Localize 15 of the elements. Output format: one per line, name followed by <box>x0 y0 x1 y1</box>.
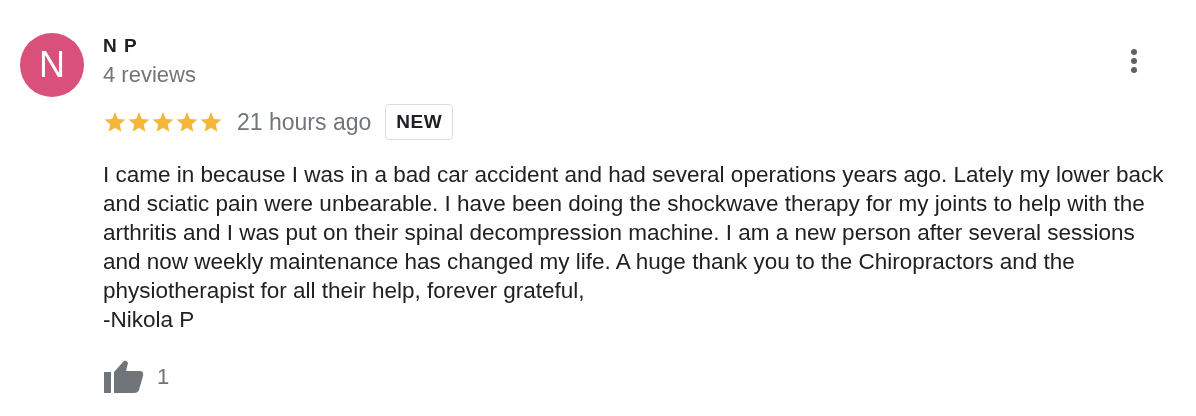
review-time: 21 hours ago <box>237 108 372 136</box>
new-badge: NEW <box>385 104 454 140</box>
star-icon <box>175 110 199 134</box>
thumbs-up-icon[interactable] <box>103 360 145 394</box>
like-count: 1 <box>157 364 170 390</box>
review-text: I came in because I was in a bad car accident and had several operations years ago. Lately my lower back and sciatic pain were unbearable. I have been doing the shockwave therapy for my joints to help with the arthritis and I was put on their spinal decompression machine. I am a new person after several sessions and now weekly maintenance has changed my life. A huge thank you to the Chiropractors and the physiotherapist for all their help, forever grateful, <box>103 161 1165 305</box>
review-count: 4 reviews <box>103 62 196 88</box>
review-signature: -Nikola P <box>103 306 195 334</box>
more-options-icon[interactable] <box>1130 48 1138 74</box>
star-icon <box>103 110 127 134</box>
star-icon <box>151 110 175 134</box>
author-name: N P <box>103 34 138 58</box>
avatar: N <box>20 33 84 97</box>
star-icon <box>127 110 151 134</box>
star-icon <box>199 110 223 134</box>
